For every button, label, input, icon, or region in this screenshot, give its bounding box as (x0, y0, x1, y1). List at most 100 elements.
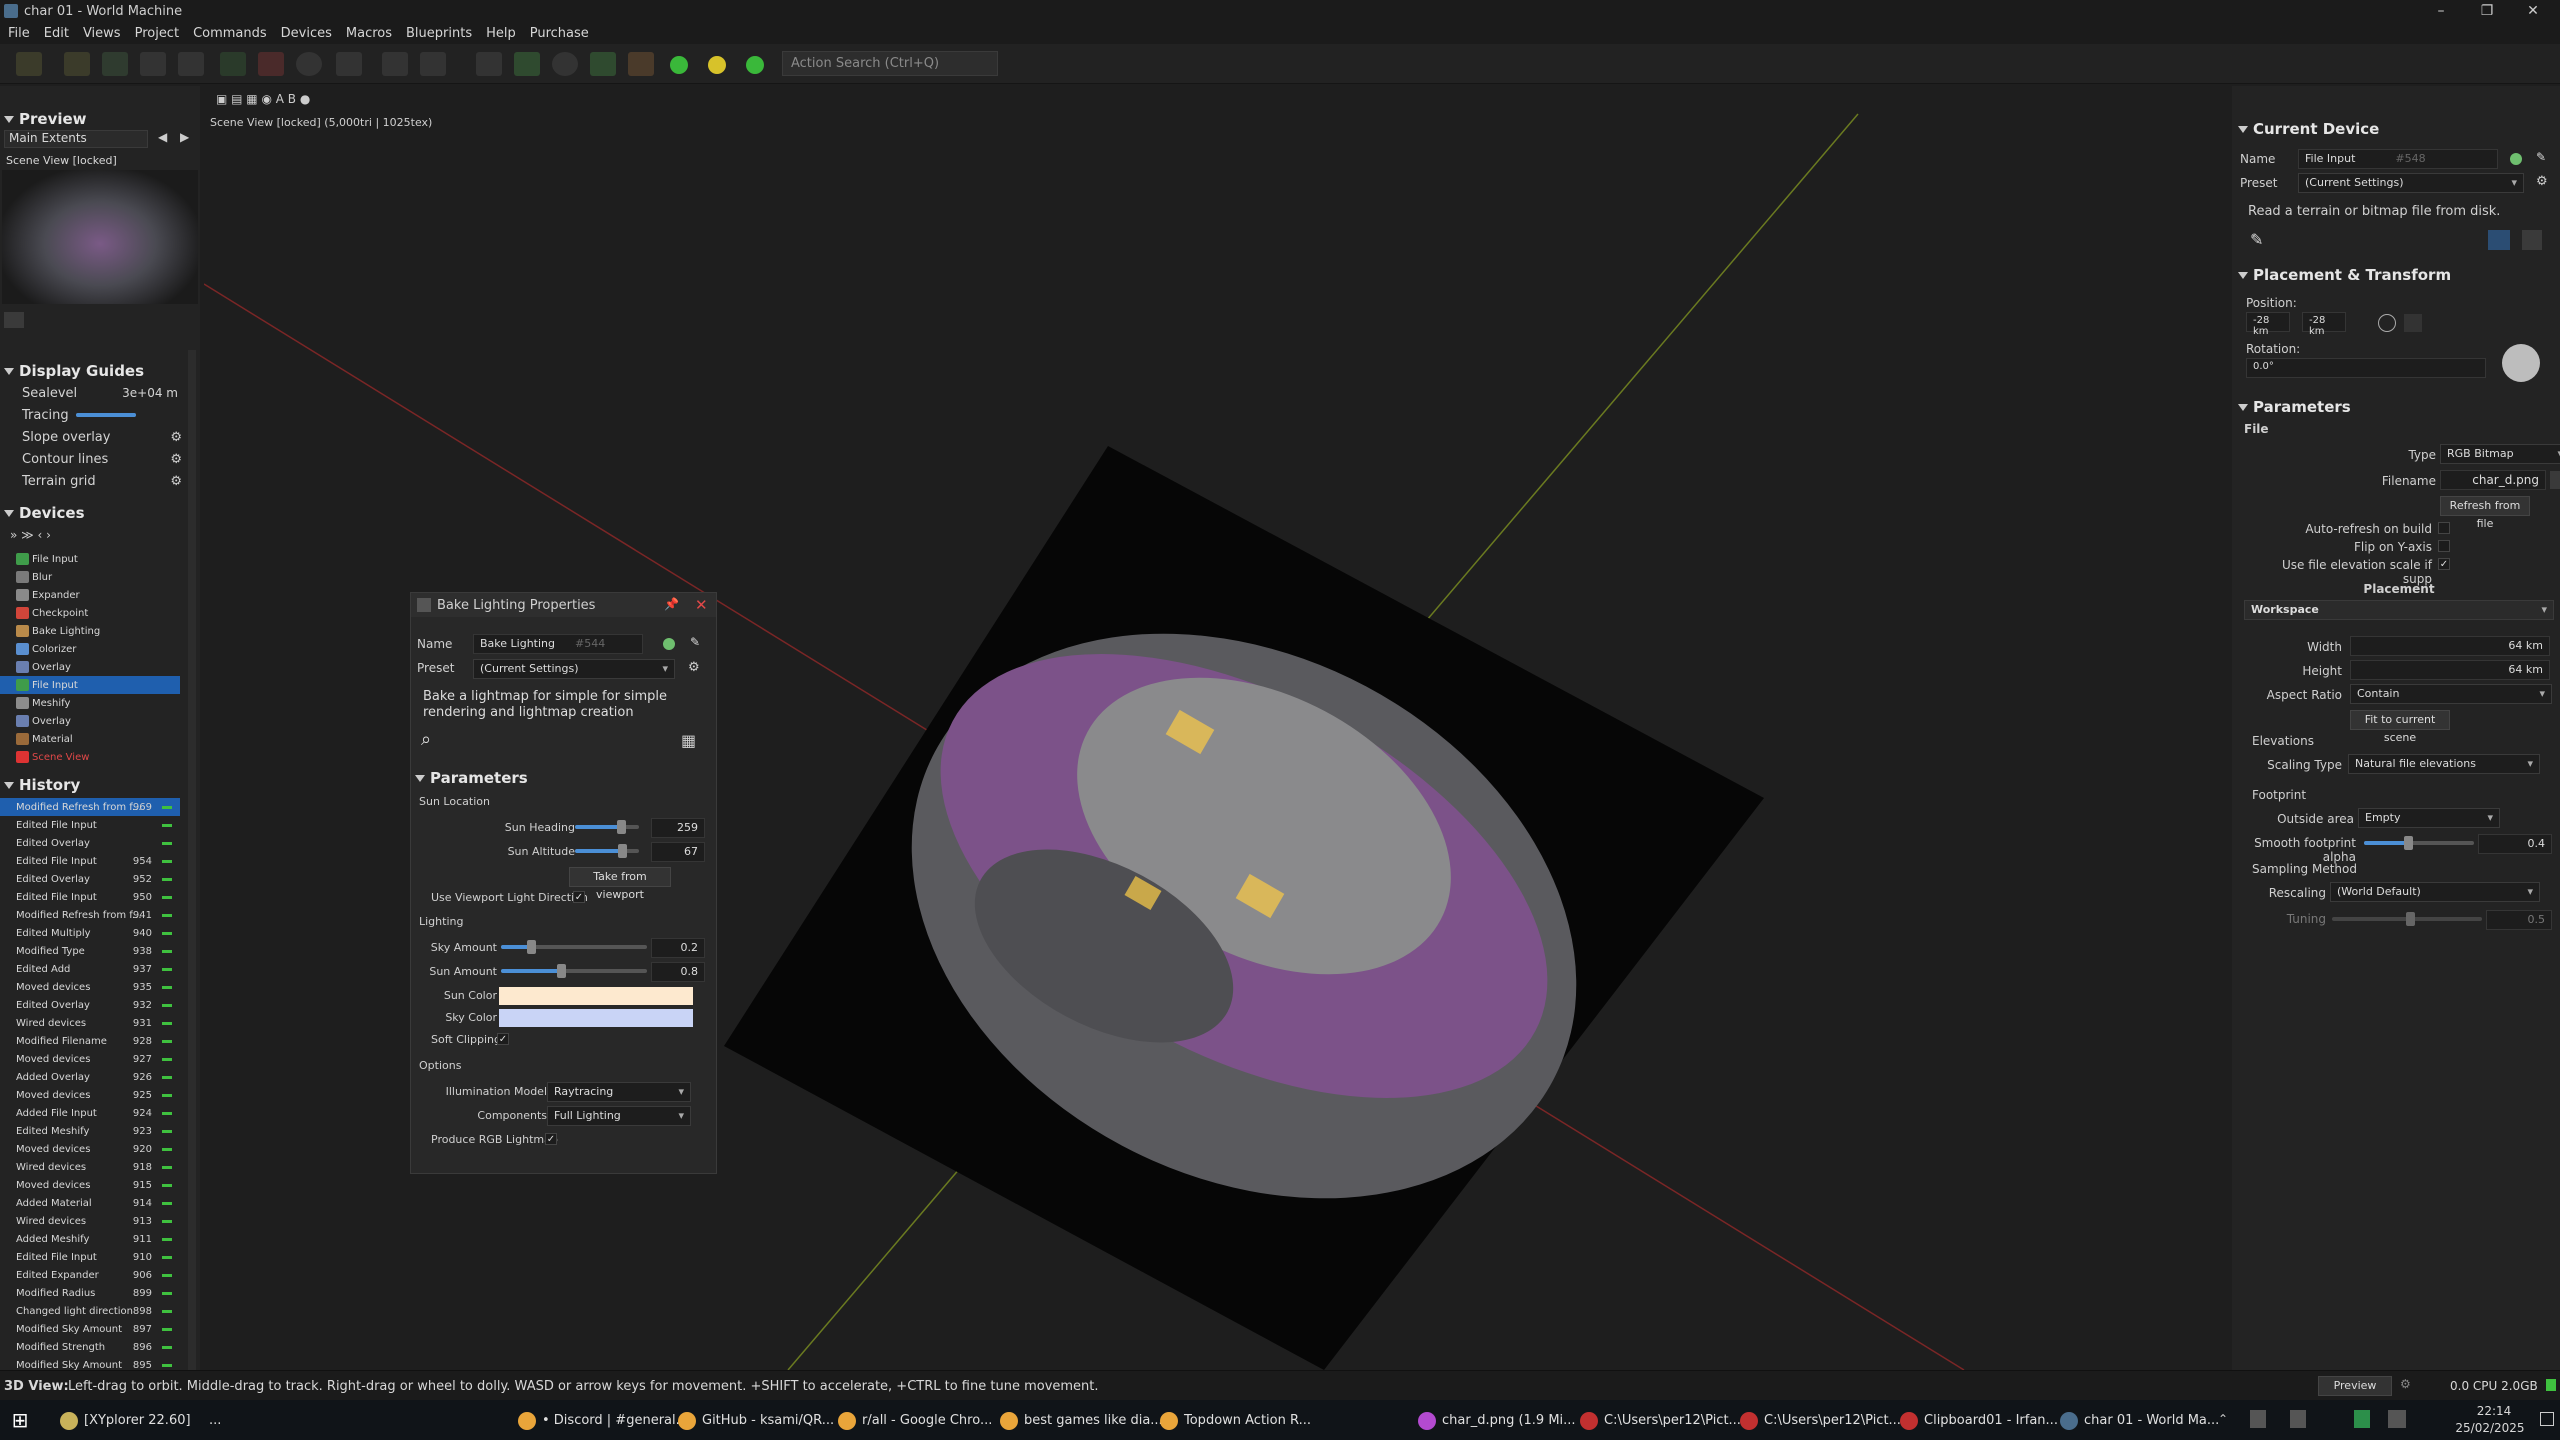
tray-icon[interactable] (2290, 1410, 2306, 1428)
gear-icon[interactable]: ⚙ (170, 452, 182, 467)
menu-purchase[interactable]: Purchase (530, 26, 589, 41)
history-item[interactable]: Edited Add 937 (0, 960, 180, 978)
workspace-select[interactable]: Workspace (2244, 600, 2554, 620)
position-y-field[interactable]: -28 km (2302, 312, 2346, 337)
devices-header[interactable]: Devices (0, 504, 85, 522)
history-item[interactable]: Wired devices 918 (0, 1158, 180, 1176)
refresh-from-file-button[interactable]: Refresh from file (2440, 496, 2530, 530)
layout-icon[interactable] (382, 52, 408, 76)
tracing-row[interactable]: Tracing (0, 404, 200, 426)
display-guides-header[interactable]: Display Guides (0, 362, 144, 380)
taskbar-item[interactable]: Topdown Action R... (1150, 1404, 1311, 1436)
history-item[interactable]: Moved devices 915 (0, 1176, 180, 1194)
preview-thumbnail[interactable] (2, 170, 198, 304)
device-item[interactable]: Colorizer (0, 640, 180, 658)
history-item[interactable]: Moved devices 920 (0, 1140, 180, 1158)
taskbar-item[interactable]: best games like dia... (990, 1404, 1163, 1436)
sealevel-value[interactable]: 3e+04 m (122, 386, 178, 400)
type-select[interactable]: RGB Bitmap (2440, 444, 2560, 464)
start-icon[interactable]: ⊞ (0, 1400, 40, 1440)
edit-icon[interactable]: ✎ (690, 635, 700, 649)
aspect-ratio-select[interactable]: Contain (2350, 684, 2552, 704)
rgb-lightmap-checkbox[interactable]: ✓ (545, 1133, 557, 1145)
device-item[interactable]: Checkpoint (0, 604, 180, 622)
history-item[interactable]: Modified Type 938 (0, 942, 180, 960)
paint-icon[interactable] (628, 52, 654, 76)
placement-transform-header[interactable]: Placement & Transform (2234, 266, 2451, 284)
device-item[interactable]: Blur (0, 568, 180, 586)
cd-grid-icon[interactable] (2522, 230, 2542, 250)
tuning-slider[interactable] (2332, 912, 2482, 926)
help-icon[interactable] (102, 52, 128, 76)
terrain-grid-row[interactable]: Terrain grid ⚙ (0, 470, 200, 492)
settings-icon[interactable] (336, 52, 362, 76)
height-field[interactable]: 64 km (2350, 660, 2550, 680)
globe-icon[interactable] (552, 52, 578, 76)
history-item[interactable]: Moved devices 935 (0, 978, 180, 996)
filename-field[interactable]: char_d.png (2440, 470, 2546, 490)
gear-icon[interactable]: ⚙ (170, 474, 182, 489)
green-globe-icon[interactable] (746, 56, 764, 74)
history-item[interactable]: Modified Refresh from f... 969 (0, 798, 180, 816)
bake-params-header[interactable]: Parameters (411, 769, 528, 787)
position-x-field[interactable]: -28 km (2246, 312, 2290, 337)
taskbar-item[interactable]: GitHub - ksami/QR... (668, 1404, 834, 1436)
flip-y-checkbox[interactable] (2438, 540, 2450, 552)
network-icon[interactable] (2388, 1410, 2406, 1428)
open-icon[interactable] (64, 52, 90, 76)
history-item[interactable]: Edited File Input (0, 816, 180, 834)
history-item[interactable]: Edited File Input 954 (0, 852, 180, 870)
rescaling-select[interactable]: (World Default) (2330, 882, 2540, 902)
devices-toolbar[interactable]: » ≫ ‹ › (10, 528, 51, 542)
tray-up-icon[interactable]: ⌃ (2218, 1412, 2228, 1426)
taskbar-item[interactable]: r/all - Google Chro... (828, 1404, 992, 1436)
history-item[interactable]: Modified Filename 928 (0, 1032, 180, 1050)
tuning-field[interactable]: 0.5 (2486, 910, 2552, 930)
history-item[interactable]: Added Material 914 (0, 1194, 180, 1212)
tracing-slider[interactable] (76, 413, 136, 417)
extent-select[interactable]: Main Extents (4, 130, 148, 148)
target-center-icon[interactable] (2378, 314, 2396, 332)
device-item[interactable]: Scene View (0, 748, 180, 766)
target-icon[interactable] (296, 52, 322, 76)
history-item[interactable]: Edited Overlay 952 (0, 870, 180, 888)
name-field[interactable]: Bake Lighting #544 (473, 634, 643, 654)
auto-refresh-checkbox[interactable] (2438, 522, 2450, 534)
cd-sliders-icon[interactable] (2488, 230, 2510, 250)
cd-edit-pencil-icon[interactable]: ✎ (2250, 230, 2263, 249)
menu-edit[interactable]: Edit (44, 26, 69, 41)
history-item[interactable]: Edited Overlay (0, 834, 180, 852)
preset-select[interactable]: (Current Settings) (473, 659, 675, 679)
prev-arrow-icon[interactable]: ◀ (158, 130, 167, 144)
history-item[interactable]: Wired devices 913 (0, 1212, 180, 1230)
yellow-orb-icon[interactable] (708, 56, 726, 74)
sun-altitude-field[interactable]: 67 (651, 842, 705, 862)
rotation-dial[interactable] (2502, 344, 2540, 382)
menu-commands[interactable]: Commands (193, 26, 267, 41)
preview-header[interactable]: Preview (0, 110, 87, 128)
build-icon[interactable] (220, 52, 246, 76)
history-item[interactable]: Edited Meshify 923 (0, 1122, 180, 1140)
gear-icon[interactable]: ⚙ (2400, 1377, 2411, 1391)
device-item[interactable]: File Input (0, 550, 180, 568)
status-dot-icon[interactable] (663, 638, 675, 650)
map-icon[interactable] (514, 52, 540, 76)
scaling-type-select[interactable]: Natural file elevations (2348, 754, 2540, 774)
green-orb-icon[interactable] (670, 56, 688, 74)
cd-preset-select[interactable]: (Current Settings) (2298, 173, 2524, 193)
tray-icon[interactable] (2250, 1410, 2266, 1428)
save-icon[interactable] (140, 52, 166, 76)
take-from-viewport-button[interactable]: Take from viewport (569, 867, 671, 901)
history-item[interactable]: Edited File Input 950 (0, 888, 180, 906)
taskbar-item[interactable]: char_d.png (1.9 Mi... (1408, 1404, 1576, 1436)
current-device-header[interactable]: Current Device (2234, 120, 2379, 138)
cd-name-field[interactable]: File Input #548 (2298, 149, 2498, 169)
use-elevation-checkbox[interactable]: ✓ (2438, 558, 2450, 570)
history-item[interactable]: Added Meshify 911 (0, 1230, 180, 1248)
taskbar-item[interactable]: Clipboard01 - Irfan... (1890, 1404, 2058, 1436)
history-item[interactable]: Added File Input 924 (0, 1104, 180, 1122)
grid-icon[interactable]: ▦ (681, 731, 696, 750)
menu-blueprints[interactable]: Blueprints (406, 26, 472, 41)
contour-lines-row[interactable]: Contour lines ⚙ (0, 448, 200, 470)
notification-icon[interactable] (2540, 1412, 2554, 1426)
